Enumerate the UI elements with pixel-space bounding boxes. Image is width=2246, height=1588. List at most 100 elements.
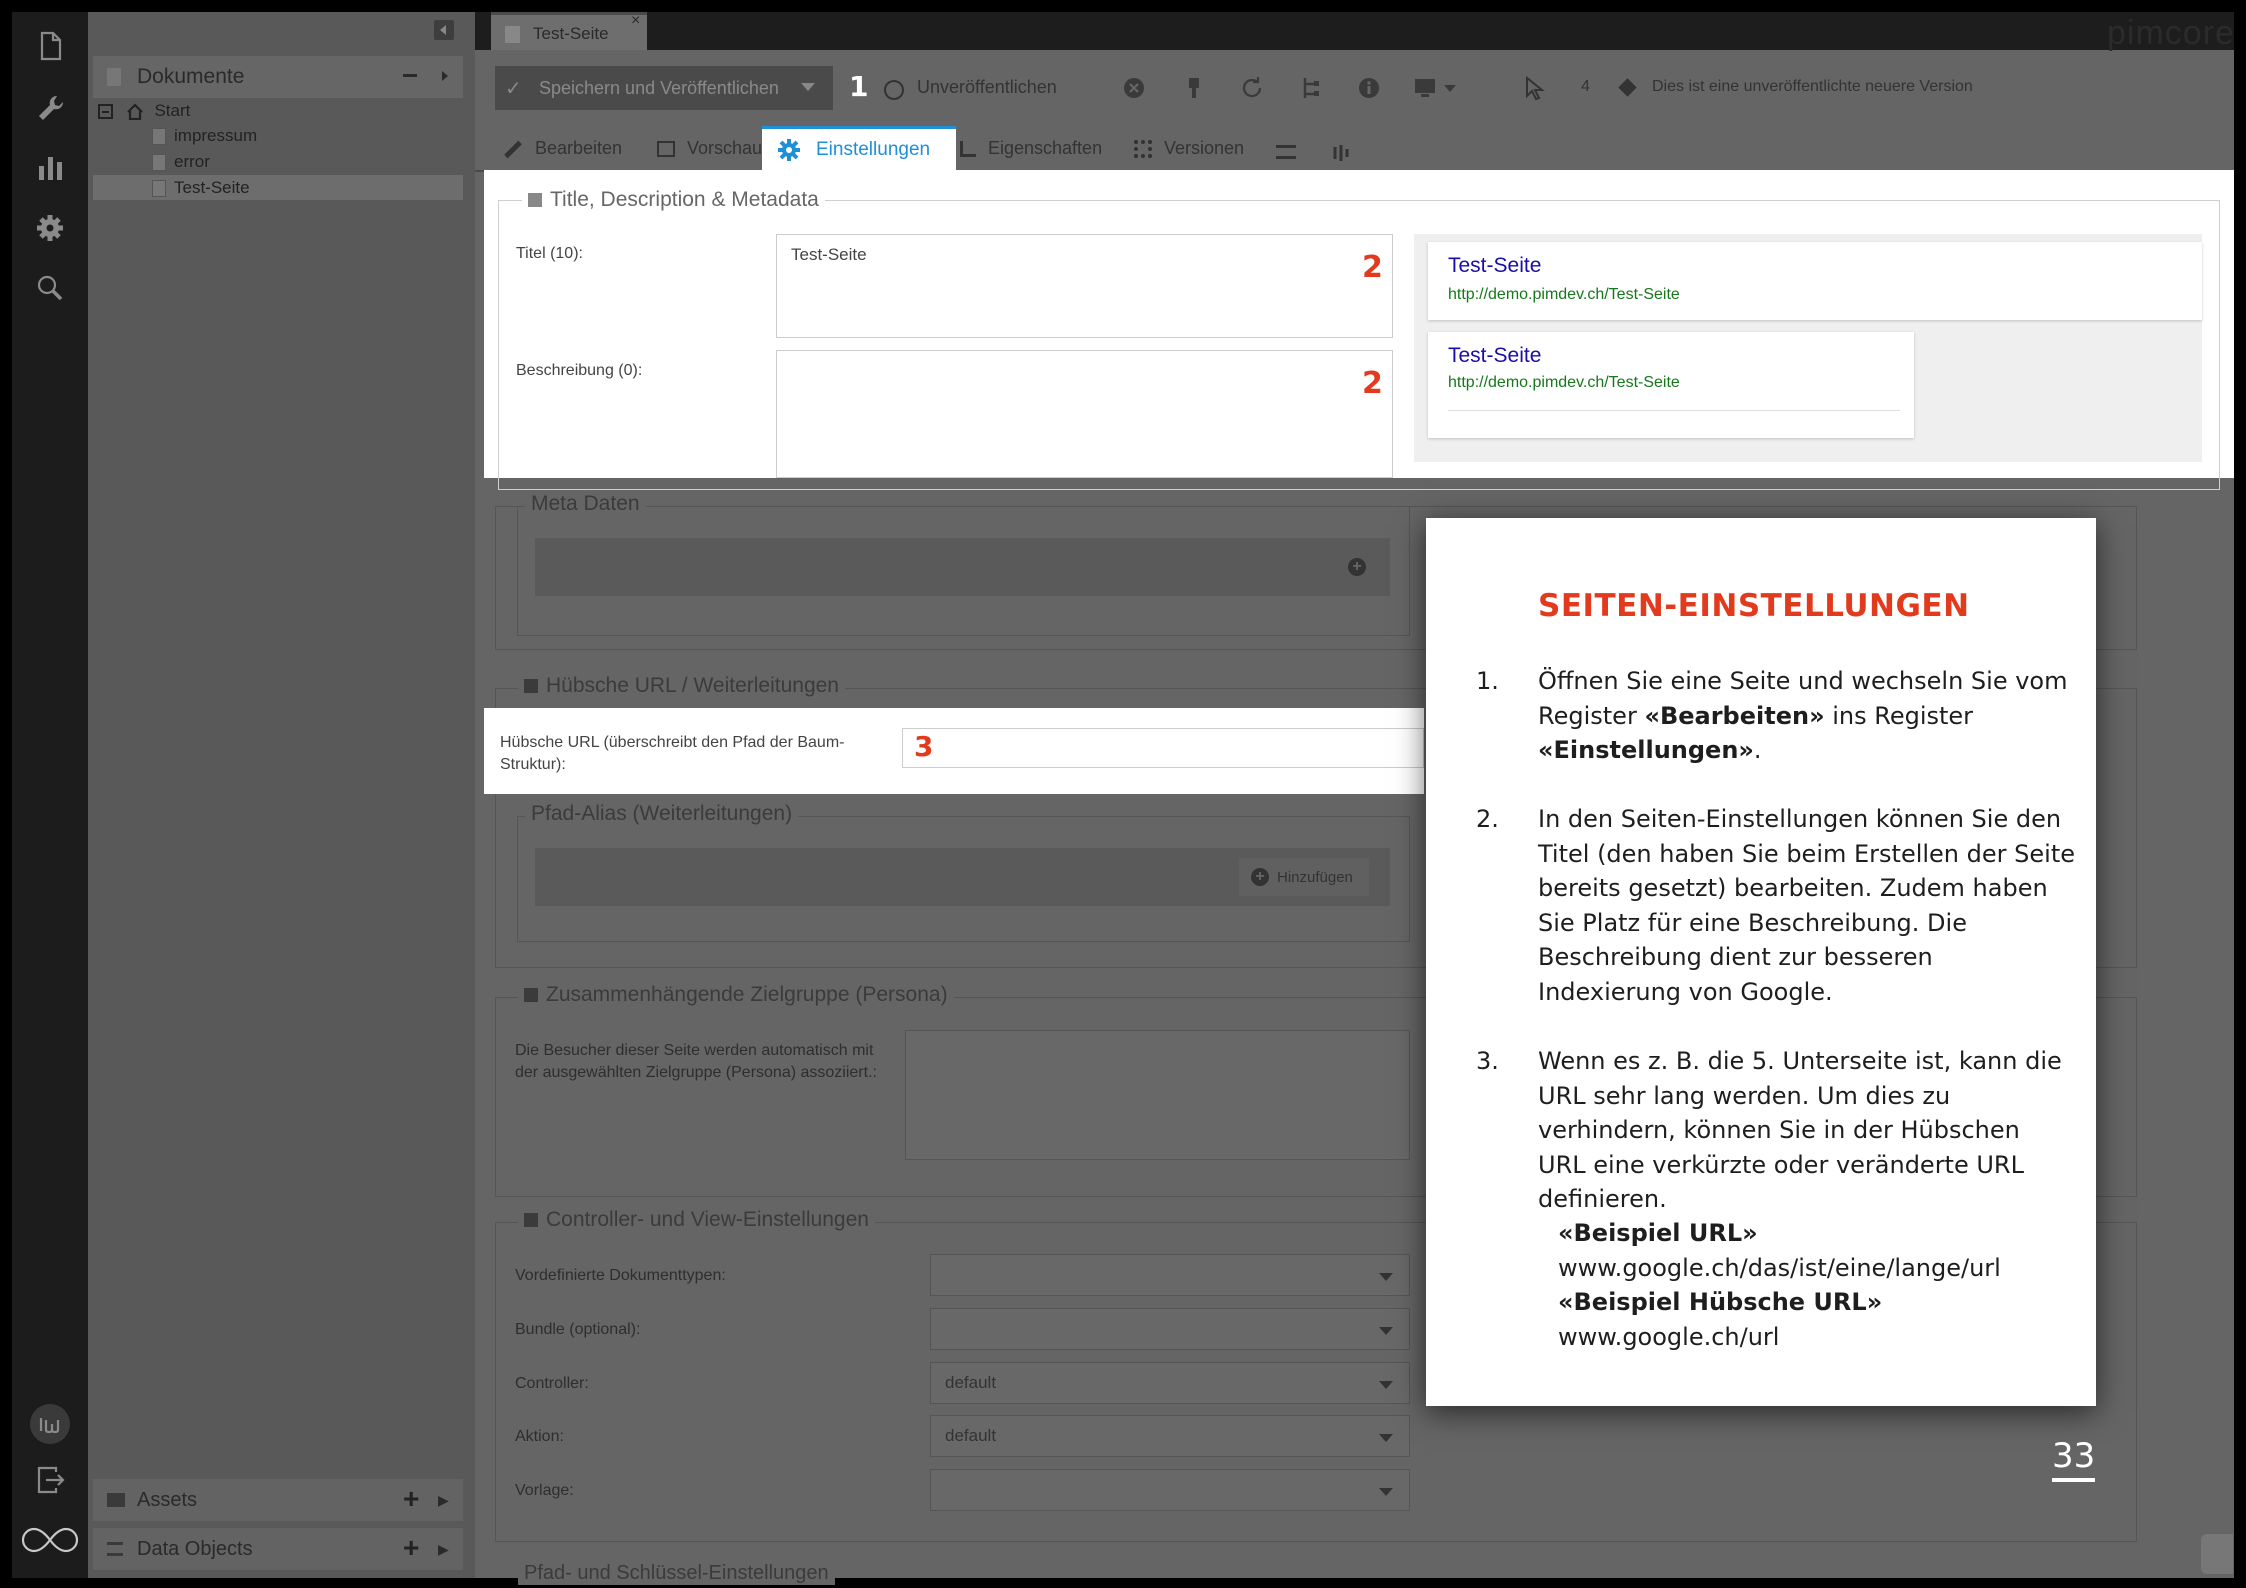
tab-bearbeiten[interactable]: Bearbeiten (503, 138, 622, 174)
step-number: 2. (1476, 805, 1499, 833)
gear-icon[interactable] (30, 208, 70, 248)
add-alias-button[interactable]: + Hinzufügen (1239, 858, 1369, 896)
cursor-icon[interactable] (1519, 74, 1547, 102)
title-label: Titel (10): (516, 245, 583, 262)
symfony-badge-icon[interactable] (2201, 1534, 2233, 1574)
check-icon: ✓ (505, 78, 522, 100)
tree-header[interactable]: Dokumente (93, 56, 463, 98)
legend-text: Hübsche URL / Weiterleitungen (546, 674, 839, 697)
chevron-down-icon[interactable] (801, 83, 815, 91)
schedule-icon[interactable] (1276, 145, 1296, 159)
collapse-icon[interactable] (528, 193, 542, 208)
clear-cache-icon[interactable] (1180, 74, 1208, 102)
description-input[interactable] (776, 350, 1393, 478)
collapse-node-icon[interactable] (98, 104, 113, 120)
tree-section-assets[interactable]: Assets + ▶ (93, 1479, 463, 1521)
show-in-tree-icon[interactable] (1297, 74, 1325, 102)
close-tab-icon[interactable]: × (631, 12, 640, 30)
add-meta-icon[interactable]: + (1348, 558, 1366, 576)
document-tab[interactable]: Test-Seite × (491, 12, 647, 50)
collapse-panel-icon[interactable] (434, 20, 454, 40)
add-icon[interactable]: + (403, 1483, 419, 1515)
step-number: 3. (1476, 1047, 1499, 1075)
tree-item-start[interactable]: Start (98, 101, 190, 121)
pretty-url-highlight: Hübsche URL (überschreibt den Pfad der B… (484, 708, 1424, 794)
page-number: 33 (2052, 1436, 2096, 1476)
template-select[interactable] (930, 1469, 1410, 1511)
instruction-title: SEITEN-EINSTELLUNGEN (1538, 588, 1970, 624)
collapse-icon[interactable] (524, 1213, 538, 1228)
step-text: . (1753, 736, 1762, 765)
instruction-card: SEITEN-EINSTELLUNGEN 1. Öffnen Sie eine … (1426, 518, 2096, 1406)
marker-3: 3 (914, 730, 934, 763)
tree-title: Dokumente (137, 65, 245, 88)
tab-versionen[interactable]: Versionen (1134, 138, 1244, 174)
tab-einstellungen[interactable]: Einstellungen (762, 126, 956, 170)
chevron-right-icon[interactable]: ▶ (438, 1541, 449, 1558)
save-publish-button[interactable]: ✓ Speichern und Veröffentlichen (495, 66, 833, 110)
tree-item-test-seite[interactable]: Test-Seite (152, 178, 250, 198)
versions-icon (1134, 140, 1152, 159)
marker-1: 1 (849, 70, 869, 103)
controller-select[interactable]: default (930, 1362, 1410, 1404)
pretty-url-label: Hübsche URL (überschreibt den Pfad der B… (500, 734, 845, 773)
collapse-icon[interactable] (524, 988, 538, 1003)
preview-device-icon[interactable] (1413, 74, 1463, 102)
page-icon (152, 128, 166, 146)
version-count: 4 (1581, 78, 1590, 95)
step-emphasis: «Bearbeiten» (1644, 701, 1825, 730)
add-icon[interactable]: + (403, 1532, 419, 1564)
meta-section-highlight: Title, Description & Metadata Titel (10)… (484, 170, 2234, 490)
chevron-right-icon[interactable] (440, 69, 450, 83)
reload-icon[interactable] (1238, 74, 1266, 102)
persona-select[interactable] (905, 1030, 1410, 1160)
document-tree-panel: Dokumente Start impressum error Test-Sei… (88, 12, 475, 1578)
step-3: 3. Wenn es z. B. die 5. Unterseite ist, … (1476, 1044, 2063, 1217)
title-input[interactable]: Test-Seite (776, 234, 1393, 338)
example-label: «Beispiel URL» (1558, 1219, 1758, 1247)
unpublish-button[interactable]: Unveröffentlichen (917, 77, 1057, 98)
gear-icon (776, 137, 802, 163)
preview-icon (657, 141, 675, 158)
editor-tabbar (475, 12, 2234, 50)
tree-item-impressum[interactable]: impressum (152, 126, 257, 146)
tree-item-error[interactable]: error (152, 152, 210, 172)
tree-section-data-objects[interactable]: Data Objects + ▶ (93, 1528, 463, 1570)
wrench-icon[interactable] (30, 88, 70, 128)
step-emphasis: «Einstellungen» (1538, 736, 1754, 765)
bundle-select[interactable] (930, 1308, 1410, 1350)
controller-legend: Controller- und View-Einstellungen (518, 1208, 875, 1232)
pimcore-logo: pimcore (2107, 14, 2235, 52)
pretty-example-url: www.google.ch/url (1558, 1322, 1780, 1351)
tab-vorschau[interactable]: Vorschau (657, 138, 762, 174)
description-label: Beschreibung (0): (516, 362, 643, 379)
collapse-icon[interactable] (524, 679, 538, 694)
page-icon (505, 26, 520, 43)
search-icon[interactable] (30, 268, 70, 308)
logout-icon[interactable] (30, 1460, 70, 1500)
action-select[interactable]: default (930, 1415, 1410, 1457)
info-icon[interactable] (1355, 74, 1383, 102)
tree-selection (93, 175, 463, 200)
marker-2-description: 2 (1362, 366, 1383, 401)
action-label: Aktion: (515, 1428, 564, 1445)
predefined-select[interactable] (930, 1254, 1410, 1296)
tree-item-label: error (174, 152, 210, 171)
chevron-right-icon[interactable]: ▶ (438, 1492, 449, 1509)
document-icon[interactable] (30, 26, 70, 66)
collapse-icon[interactable] (403, 74, 417, 77)
tab-eigenschaften[interactable]: Eigenschaften (960, 138, 1102, 174)
serp-title: Test-Seite (1448, 344, 1542, 367)
legend-text: Zusammenhängende Zielgruppe (Persona) (546, 983, 948, 1006)
delete-icon[interactable] (1120, 74, 1148, 102)
meta-legend: Title, Description & Metadata (522, 188, 825, 212)
iw-logo-icon[interactable] (30, 1404, 70, 1444)
pretty-url-input[interactable] (902, 728, 1424, 768)
bar-chart-icon[interactable] (30, 148, 70, 188)
tab-label: Versionen (1164, 138, 1245, 158)
diamond-icon (1618, 78, 1637, 97)
step-text: Wenn es z. B. die 5. Unterseite ist, kan… (1538, 1047, 2062, 1214)
tab-label: Eigenschaften (988, 138, 1103, 158)
dependencies-icon[interactable] (1331, 143, 1351, 163)
legend-text: Controller- und View-Einstellungen (546, 1208, 869, 1231)
